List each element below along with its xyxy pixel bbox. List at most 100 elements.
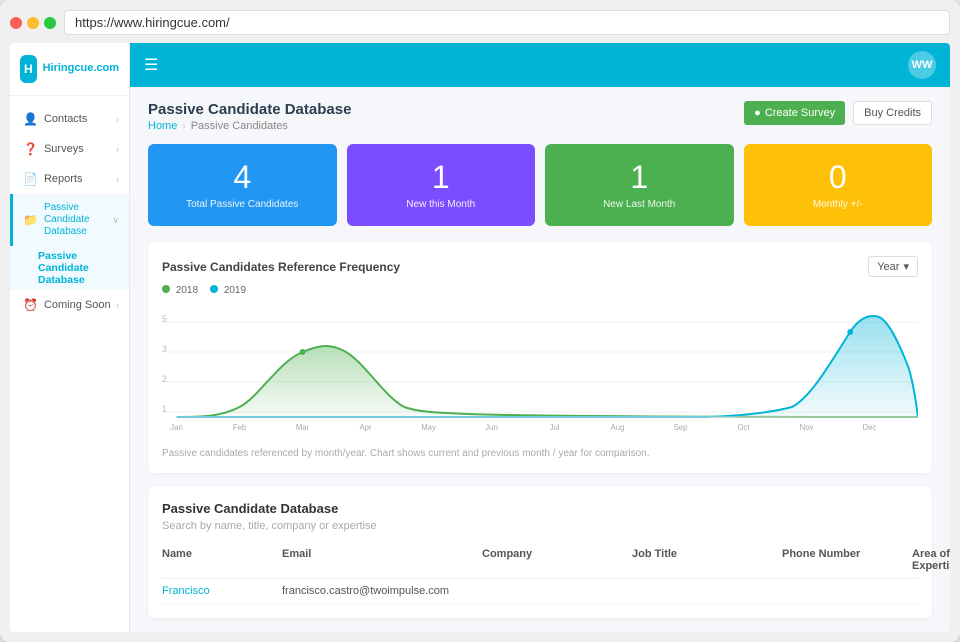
breadcrumb: Home › Passive Candidates bbox=[148, 120, 351, 132]
stat-number-new-last: 1 bbox=[557, 160, 722, 195]
sidebar-label-passive: Passive CandidateDatabase bbox=[44, 202, 112, 238]
buy-credits-button[interactable]: Buy Credits bbox=[853, 101, 932, 125]
svg-text:Jun: Jun bbox=[485, 423, 497, 432]
close-dot[interactable] bbox=[10, 17, 22, 29]
app-container: H Hiringcue.com 👤 Contacts › ❓ Surveys bbox=[10, 43, 950, 632]
col-job-title: Job Title bbox=[632, 548, 782, 572]
passive-icon: 📁 bbox=[23, 213, 38, 227]
cell-email: francisco.castro@twoimpulse.com bbox=[282, 585, 482, 597]
svg-text:1: 1 bbox=[162, 404, 167, 414]
table-row[interactable]: Francisco francisco.castro@twoimpulse.co… bbox=[162, 579, 918, 604]
legend-2018: 2018 bbox=[162, 285, 198, 296]
svg-text:Oct: Oct bbox=[738, 423, 751, 432]
coming-soon-icon: ⏰ bbox=[23, 298, 38, 312]
stat-card-monthly: 0 Monthly +/- bbox=[744, 144, 933, 226]
sidebar-logo: H Hiringcue.com bbox=[10, 43, 129, 96]
col-email: Email bbox=[282, 548, 482, 572]
cell-phone bbox=[782, 585, 912, 597]
sidebar-label-coming-soon: Coming Soon bbox=[44, 299, 111, 311]
minimize-dot[interactable] bbox=[27, 17, 39, 29]
sidebar-label-surveys: Surveys bbox=[44, 143, 84, 155]
surveys-icon: ❓ bbox=[23, 142, 38, 156]
svg-text:Jul: Jul bbox=[550, 423, 560, 432]
chevron-down-icon: ∨ bbox=[112, 215, 119, 226]
stat-card-total: 4 Total Passive Candidates bbox=[148, 144, 337, 226]
browser-window: https://www.hiringcue.com/ H Hiringcue.c… bbox=[0, 0, 960, 642]
svg-text:Aug: Aug bbox=[611, 423, 625, 432]
stat-label-total: Total Passive Candidates bbox=[160, 199, 325, 210]
stat-number-total: 4 bbox=[160, 160, 325, 195]
svg-text:2: 2 bbox=[162, 374, 167, 384]
legend-label-2019: 2019 bbox=[224, 285, 246, 296]
col-company: Company bbox=[482, 548, 632, 572]
stat-card-new-last: 1 New Last Month bbox=[545, 144, 734, 226]
chart-filter-dropdown[interactable]: Year ▾ bbox=[868, 256, 918, 277]
stat-number-monthly: 0 bbox=[756, 160, 921, 195]
svg-text:May: May bbox=[421, 423, 436, 432]
stat-label-new-last: New Last Month bbox=[557, 199, 722, 210]
stat-label-monthly: Monthly +/- bbox=[756, 199, 921, 210]
cell-job-title bbox=[632, 585, 782, 597]
logo-icon: H bbox=[20, 55, 37, 83]
svg-text:Sep: Sep bbox=[674, 423, 688, 432]
table-header: Name Email Company Job Title Phone Numbe… bbox=[162, 542, 918, 579]
sidebar-item-reports[interactable]: 📄 Reports › bbox=[10, 164, 129, 194]
cell-name[interactable]: Francisco bbox=[162, 585, 282, 597]
browser-dots bbox=[10, 17, 56, 29]
create-survey-button[interactable]: ● Create Survey bbox=[744, 101, 845, 125]
chart-visualization: 5 3 2 1 bbox=[162, 302, 918, 442]
main-content: ☰ WW Passive Candidate Database Home › P… bbox=[130, 43, 950, 632]
svg-text:3: 3 bbox=[162, 344, 167, 354]
stats-row: 4 Total Passive Candidates 1 New this Mo… bbox=[148, 144, 932, 226]
stat-label-new-month: New this Month bbox=[359, 199, 524, 210]
legend-2019: 2019 bbox=[210, 285, 246, 296]
chevron-icon: › bbox=[116, 174, 119, 184]
sidebar-item-passive-candidate[interactable]: 📁 Passive CandidateDatabase ∨ bbox=[10, 194, 129, 246]
browser-toolbar: https://www.hiringcue.com/ bbox=[10, 10, 950, 35]
page-header: Passive Candidate Database Home › Passiv… bbox=[148, 101, 932, 132]
table-search-hint: Search by name, title, company or expert… bbox=[162, 520, 918, 532]
svg-text:Feb: Feb bbox=[233, 423, 247, 432]
breadcrumb-current: Passive Candidates bbox=[191, 120, 288, 132]
svg-text:Nov: Nov bbox=[800, 423, 814, 432]
svg-text:Jan: Jan bbox=[170, 423, 182, 432]
chevron-down-icon: ▾ bbox=[903, 260, 909, 273]
col-expertise: Area of Expertise bbox=[912, 548, 950, 572]
url-bar[interactable]: https://www.hiringcue.com/ bbox=[64, 10, 950, 35]
header-buttons: ● Create Survey Buy Credits bbox=[744, 101, 932, 125]
table-title: Passive Candidate Database bbox=[162, 501, 918, 516]
svg-text:Mar: Mar bbox=[296, 423, 310, 432]
topbar: ☰ WW bbox=[130, 43, 950, 87]
chart-svg: 5 3 2 1 bbox=[162, 302, 918, 442]
legend-label-2018: 2018 bbox=[176, 285, 198, 296]
stat-number-new-month: 1 bbox=[359, 160, 524, 195]
logo-text: Hiringcue.com bbox=[43, 62, 119, 75]
cell-expertise bbox=[912, 585, 918, 597]
sidebar: H Hiringcue.com 👤 Contacts › ❓ Surveys bbox=[10, 43, 130, 632]
col-phone: Phone Number bbox=[782, 548, 912, 572]
sidebar-item-coming-soon[interactable]: ⏰ Coming Soon › bbox=[10, 290, 129, 320]
svg-text:Apr: Apr bbox=[360, 423, 372, 432]
chart-section: Passive Candidates Reference Frequency Y… bbox=[148, 242, 932, 473]
breadcrumb-home[interactable]: Home bbox=[148, 120, 177, 132]
create-survey-label: Create Survey bbox=[765, 107, 835, 119]
plus-icon: ● bbox=[754, 107, 761, 119]
hamburger-icon[interactable]: ☰ bbox=[144, 55, 158, 75]
chart-title: Passive Candidates Reference Frequency bbox=[162, 260, 400, 274]
sidebar-label-contacts: Contacts bbox=[44, 113, 87, 125]
chevron-icon: › bbox=[116, 144, 119, 154]
page-title: Passive Candidate Database bbox=[148, 101, 351, 118]
sidebar-navigation: 👤 Contacts › ❓ Surveys › 📄 Reports bbox=[10, 96, 129, 328]
avatar[interactable]: WW bbox=[908, 51, 936, 79]
sidebar-item-contacts[interactable]: 👤 Contacts › bbox=[10, 104, 129, 134]
sidebar-item-surveys[interactable]: ❓ Surveys › bbox=[10, 134, 129, 164]
reports-icon: 📄 bbox=[23, 172, 38, 186]
breadcrumb-separator: › bbox=[182, 121, 185, 132]
maximize-dot[interactable] bbox=[44, 17, 56, 29]
stat-card-new-month: 1 New this Month bbox=[347, 144, 536, 226]
chevron-icon: › bbox=[116, 114, 119, 124]
cell-company bbox=[482, 585, 632, 597]
chart-note: Passive candidates referenced by month/y… bbox=[162, 448, 918, 459]
page-title-section: Passive Candidate Database Home › Passiv… bbox=[148, 101, 351, 132]
chevron-icon: › bbox=[116, 300, 119, 310]
